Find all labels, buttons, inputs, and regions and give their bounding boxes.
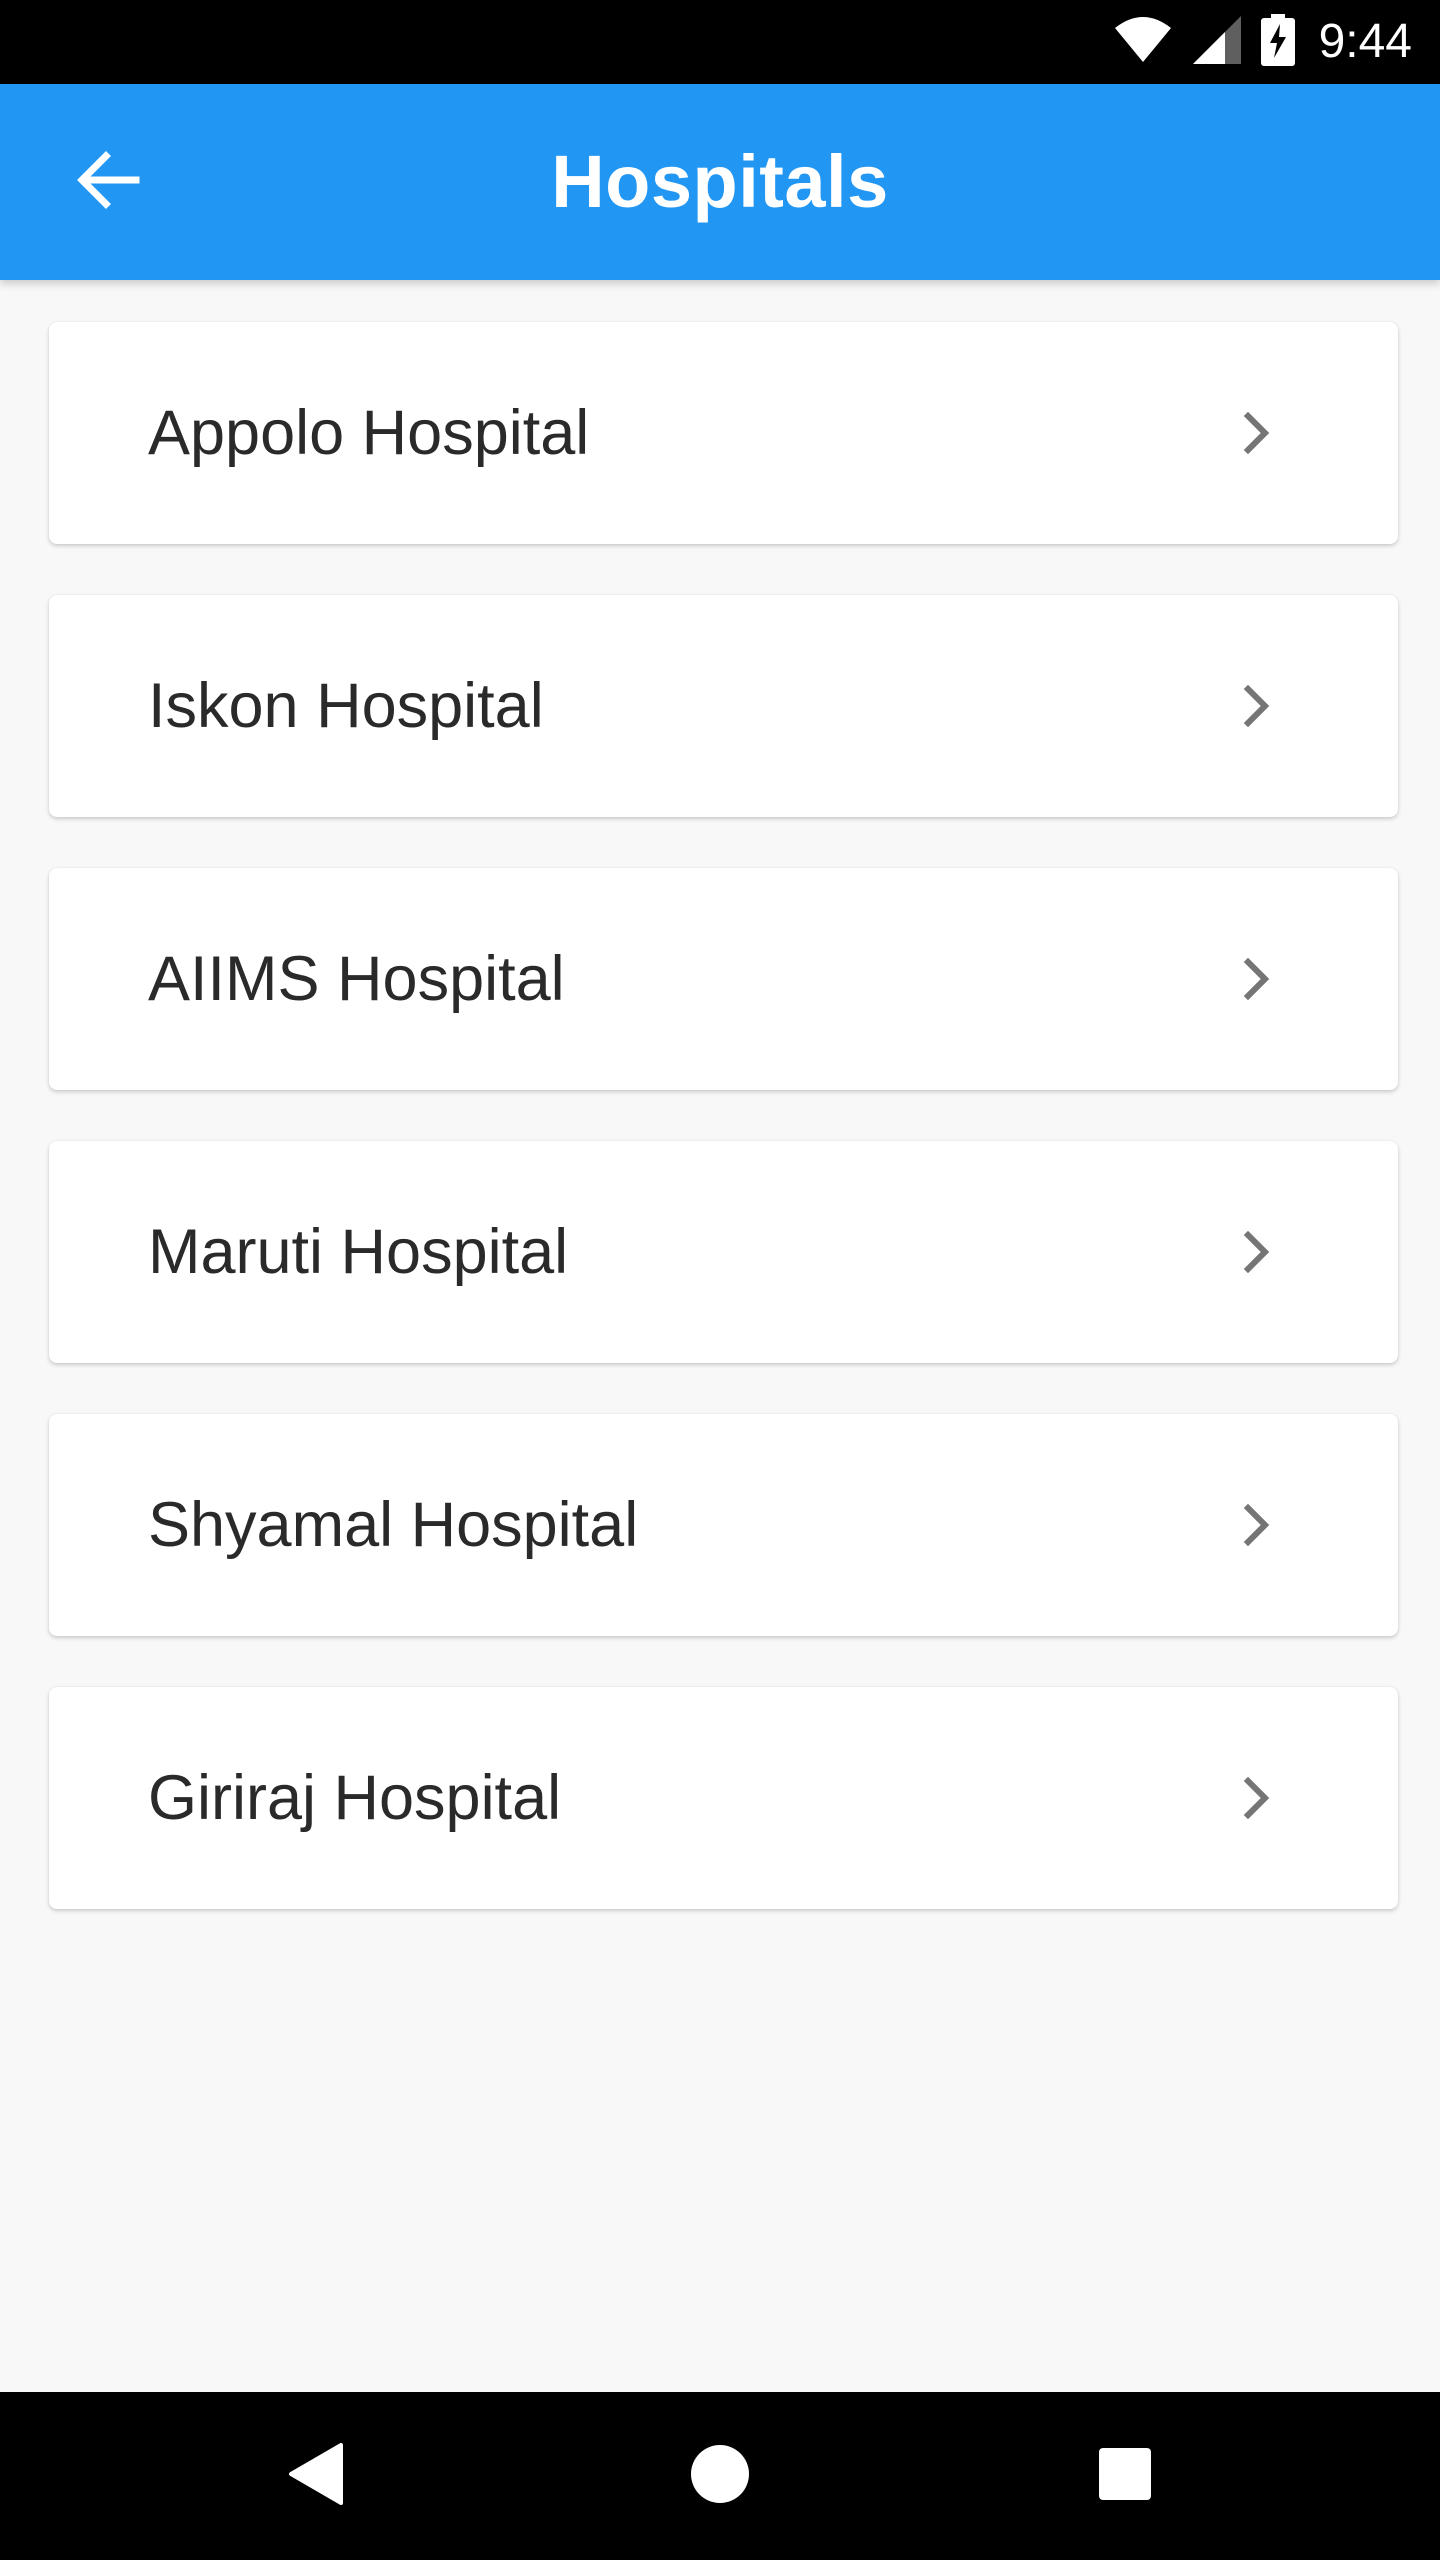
chevron-right-icon <box>1228 1223 1286 1281</box>
wifi-icon <box>1113 16 1173 69</box>
status-bar: 9:44 <box>0 0 1440 84</box>
chevron-right-icon <box>1228 950 1286 1008</box>
status-icons: 9:44 <box>1113 0 1412 84</box>
recents-square-icon <box>1098 2447 1152 2506</box>
hospital-name: AIIMS Hospital <box>148 944 565 1014</box>
nav-home-button[interactable] <box>670 2426 770 2526</box>
battery-charging-icon <box>1260 13 1295 71</box>
back-button[interactable] <box>48 122 168 242</box>
page-title: Hospitals <box>551 140 889 223</box>
hospital-name: Maruti Hospital <box>148 1217 569 1287</box>
chevron-right-icon <box>1228 677 1286 735</box>
hospital-card[interactable]: Shyamal Hospital <box>49 1414 1398 1636</box>
chevron-right-icon <box>1228 404 1286 462</box>
hospital-list: Appolo Hospital Iskon Hospital AIIMS Hospi… <box>49 322 1398 1960</box>
app-bar: Hospitals <box>0 84 1440 280</box>
hospital-card[interactable]: Iskon Hospital <box>49 595 1398 817</box>
status-time: 9:44 <box>1318 15 1412 68</box>
chevron-right-icon <box>1228 1769 1286 1827</box>
hospital-card[interactable]: Giriraj Hospital <box>49 1687 1398 1909</box>
hospital-card[interactable]: Maruti Hospital <box>49 1141 1398 1363</box>
cellular-signal-icon <box>1191 14 1243 71</box>
nav-recents-button[interactable] <box>1075 2426 1175 2526</box>
hospital-name: Appolo Hospital <box>148 398 590 468</box>
hospital-card[interactable]: Appolo Hospital <box>49 322 1398 544</box>
navigation-bar <box>0 2392 1440 2560</box>
hospital-card[interactable]: AIIMS Hospital <box>49 868 1398 1090</box>
screen: 9:44 Hospitals Appolo Hospital Iskon Hosp… <box>0 0 1440 2560</box>
arrow-left-icon <box>74 150 142 215</box>
chevron-right-icon <box>1228 1496 1286 1554</box>
nav-back-button[interactable] <box>265 2426 365 2526</box>
home-circle-icon <box>690 2444 750 2509</box>
hospital-name: Iskon Hospital <box>148 671 544 741</box>
hospital-name: Shyamal Hospital <box>148 1490 639 1560</box>
hospital-name: Giriraj Hospital <box>148 1763 562 1833</box>
back-triangle-icon <box>287 2442 343 2510</box>
